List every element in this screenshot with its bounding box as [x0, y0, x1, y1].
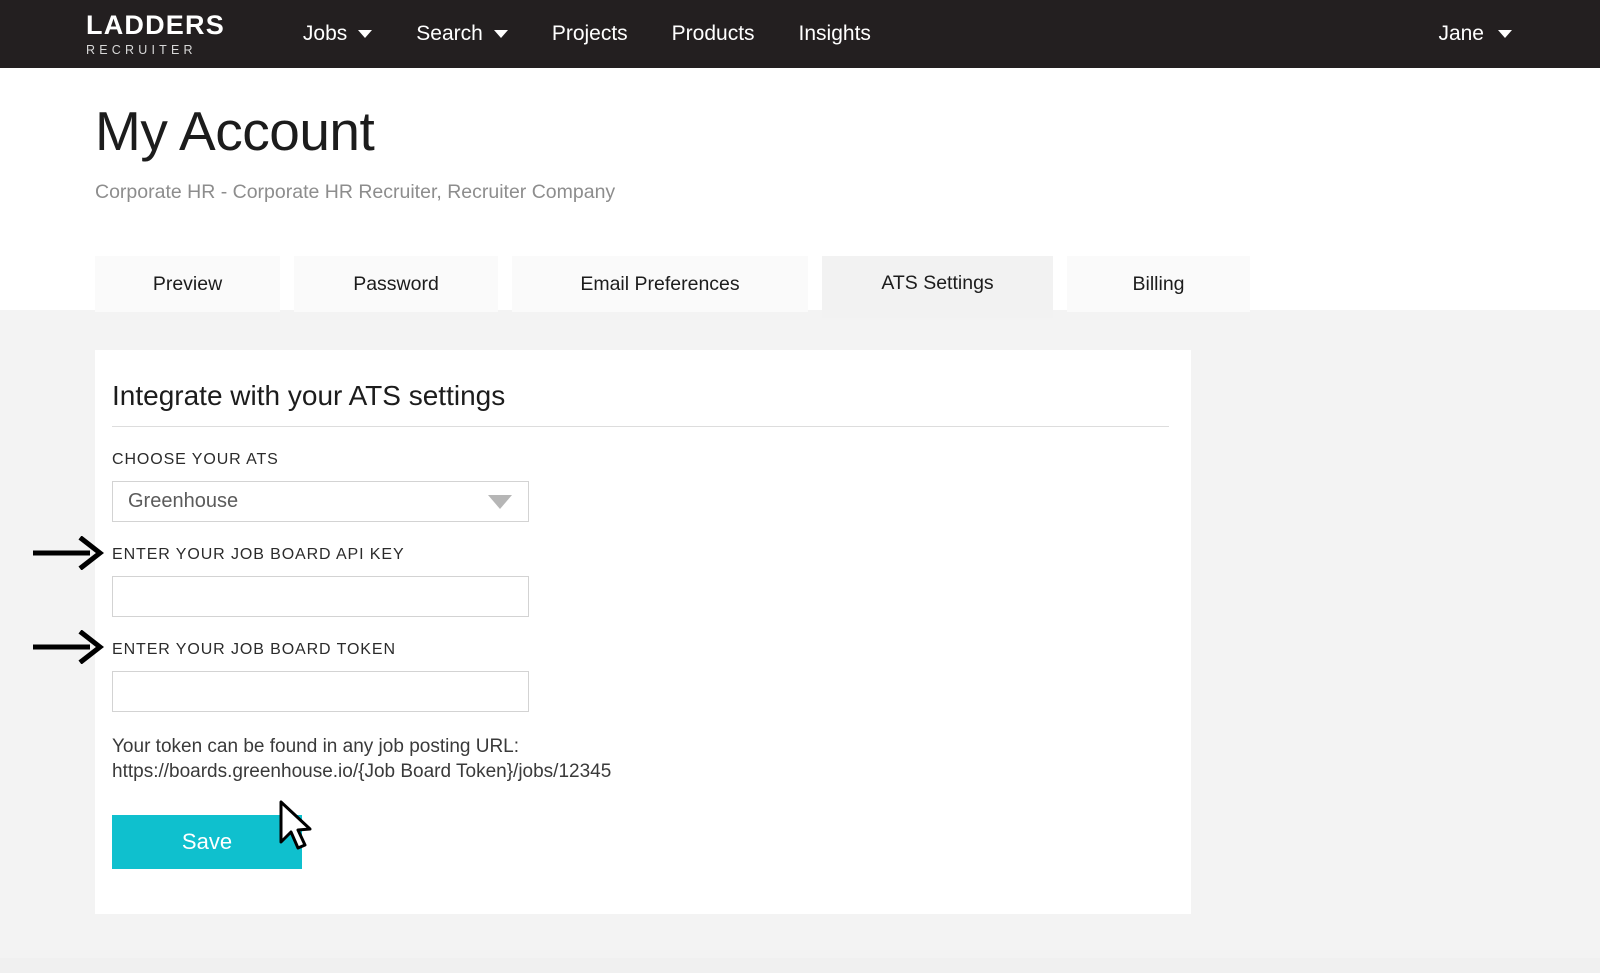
job-board-token-label: ENTER YOUR JOB BOARD TOKEN — [112, 641, 396, 658]
user-menu-label: Jane — [1438, 22, 1484, 45]
nav-item-search-label: Search — [416, 22, 483, 45]
nav-item-jobs-label: Jobs — [302, 22, 348, 45]
chevron-down-icon — [358, 30, 373, 38]
page-root: LADDERS RECRUITER Jobs Search Projects P… — [0, 0, 1600, 973]
chevron-down-icon — [493, 30, 508, 38]
ladders-recruiter-logo[interactable]: LADDERS RECRUITER — [86, 9, 225, 57]
brand-name: LADDERS — [86, 9, 225, 40]
nav-item-search[interactable]: Search — [394, 22, 530, 46]
tab-password[interactable]: Password — [294, 256, 498, 312]
tab-email-preferences[interactable]: Email Preferences — [512, 256, 808, 312]
tab-billing[interactable]: Billing — [1067, 256, 1250, 312]
page-header: My Account Corporate HR - Corporate HR R… — [95, 104, 1095, 204]
nav-item-products[interactable]: Products — [650, 22, 777, 46]
account-tabs: Preview Password Email Preferences ATS S… — [95, 256, 1250, 318]
tab-preview[interactable]: Preview — [95, 256, 280, 312]
top-navigation-bar: LADDERS RECRUITER Jobs Search Projects P… — [0, 0, 1600, 68]
card-title-divider — [112, 426, 1169, 427]
tab-password-label: Password — [353, 272, 439, 295]
chevron-down-icon — [1498, 30, 1512, 38]
tab-ats-settings[interactable]: ATS Settings — [822, 256, 1053, 318]
nav-item-insights[interactable]: Insights — [777, 22, 893, 46]
ats-settings-card: Integrate with your ATS settings CHOOSE … — [95, 350, 1191, 914]
chevron-down-icon — [488, 494, 512, 509]
tab-billing-label: Billing — [1132, 272, 1185, 295]
job-board-api-key-label: ENTER YOUR JOB BOARD API KEY — [112, 546, 405, 563]
main-nav-links: Jobs Search Projects Products Insights — [281, 22, 893, 46]
nav-item-jobs[interactable]: Jobs — [281, 22, 394, 46]
job-board-token-input[interactable] — [112, 671, 529, 712]
page-title: My Account — [95, 100, 375, 162]
brand-subtitle: RECRUITER — [86, 42, 197, 57]
token-hint-line-2: https://boards.greenhouse.io/{Job Board … — [112, 761, 612, 783]
tab-email-preferences-label: Email Preferences — [580, 272, 740, 295]
nav-item-projects[interactable]: Projects — [530, 22, 650, 46]
nav-item-insights-label: Insights — [798, 22, 871, 45]
tab-preview-label: Preview — [152, 272, 223, 295]
card-title: Integrate with your ATS settings — [112, 380, 506, 411]
tab-ats-settings-label: ATS Settings — [881, 272, 994, 294]
page-subtitle: Corporate HR - Corporate HR Recruiter, R… — [95, 181, 616, 203]
page-bottom-strip — [0, 958, 1600, 973]
save-button[interactable]: Save — [112, 814, 302, 869]
nav-item-projects-label: Projects — [551, 22, 628, 45]
token-hint: Your token can be found in any job posti… — [112, 734, 1191, 785]
choose-your-ats-label: CHOOSE YOUR ATS — [112, 451, 279, 468]
ats-select-value: Greenhouse — [128, 490, 239, 512]
job-board-api-key-input[interactable] — [112, 576, 529, 617]
ats-select[interactable]: Greenhouse — [112, 481, 529, 522]
nav-item-products-label: Products — [671, 22, 755, 45]
user-menu[interactable]: Jane — [1438, 22, 1512, 46]
token-hint-line-1: Your token can be found in any job posti… — [112, 736, 520, 757]
